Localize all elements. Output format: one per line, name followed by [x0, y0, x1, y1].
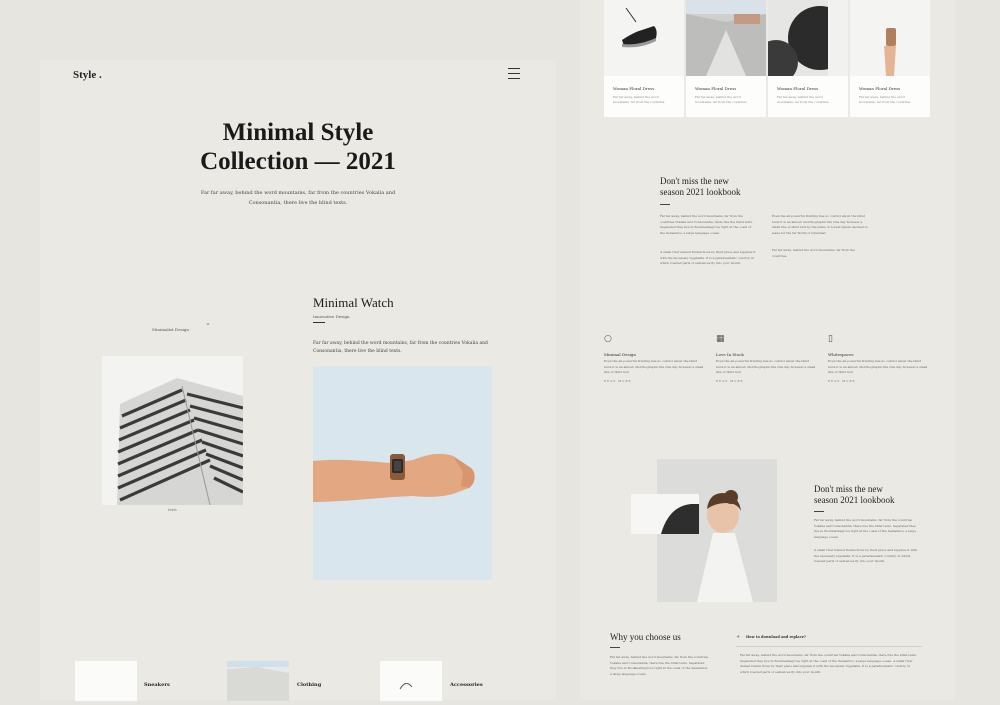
category-label[interactable]: Sneakers — [144, 682, 170, 688]
feature-text: Even the all-powerful Pointing has no co… — [716, 359, 816, 374]
feature-item: ▯ Whitespaces Even the all-powerful Poin… — [828, 334, 928, 383]
lookbook-col2-p1: Even the all-powerful Pointing has no co… — [772, 214, 868, 235]
divider — [313, 322, 325, 323]
lookbook-col1-p2: A small river named Duden flows by their… — [660, 250, 756, 265]
feature-text: Even the all-powerful Pointing has no co… — [604, 359, 704, 374]
lookbook-col1-p1: Far far away, behind the word mountains,… — [660, 214, 753, 235]
lookbook2-p2: A small river named Duden flows by their… — [814, 548, 918, 563]
watch-photo — [313, 366, 492, 580]
product-card[interactable]: Woman Floral Dress Far far away, behind … — [686, 0, 766, 117]
site-logo[interactable]: Style . — [73, 69, 102, 81]
chat-icon: ○ — [604, 334, 612, 344]
lookbook2-title: Don't miss the new season 2021 lookbook — [814, 484, 934, 506]
lookbook2-p1: Far far away, behind the word mountains,… — [814, 518, 917, 539]
lookbook-title: Don't miss the new season 2021 lookbook — [660, 176, 790, 198]
product-card[interactable]: Woman Floral Dress Far far away, behind … — [604, 0, 684, 117]
divider — [610, 647, 620, 648]
divider — [814, 511, 824, 512]
feature-text: Even the all-powerful Pointing has no co… — [828, 359, 928, 374]
watch-title: Minimal Watch — [313, 295, 394, 310]
hero-description: Far far away, behind the word mountains,… — [200, 190, 396, 206]
product-text: Far far away, behind the word mountains,… — [613, 95, 665, 104]
product-card[interactable]: Woman Floral Dress Far far away, behind … — [850, 0, 930, 117]
hamburger-menu-icon[interactable] — [508, 68, 520, 79]
category-card-sneakers[interactable] — [75, 661, 137, 701]
product-title[interactable]: Woman Floral Dress — [859, 86, 900, 91]
product-title[interactable]: Woman Floral Dress — [613, 86, 654, 91]
hero-title-line1: Minimal Style — [222, 119, 374, 146]
gallery-label: Minimalist Design — [152, 327, 189, 332]
architecture-image — [686, 0, 766, 76]
faq-question[interactable]: How to download and replace? — [746, 635, 806, 639]
lookbook2-title-line2: season 2021 lookbook — [814, 495, 895, 505]
feature-title: Love In Stock — [716, 352, 744, 357]
lookbook-title-line2: season 2021 lookbook — [660, 187, 741, 197]
category-card-accessories[interactable] — [380, 661, 442, 701]
image-caption: texts — [168, 508, 177, 512]
category-label[interactable]: Clothing — [297, 682, 321, 688]
category-label[interactable]: Accessories — [450, 682, 483, 688]
watch-description: Far far away, behind the word mountains,… — [313, 341, 488, 354]
faq-answer: Far far away, behind the word mountains,… — [740, 653, 917, 674]
inset-sphere-image — [631, 494, 699, 534]
hero-title: Minimal Style Collection — 2021 — [40, 118, 556, 176]
feature-item: ○ Minimal Design Even the all-powerful P… — [604, 334, 704, 383]
plus-icon[interactable]: + — [736, 634, 740, 640]
lookbook-col2-p2: Far far away, behind the word mountains,… — [772, 248, 855, 258]
product-text: Far far away, behind the word mountains,… — [859, 95, 911, 104]
product-text: Far far away, behind the word mountains,… — [777, 95, 829, 104]
faq-item[interactable]: + How to download and replace? — [736, 632, 922, 647]
hero-title-line2: Collection — 2021 — [200, 148, 396, 175]
watch-subtitle: Innovative Design — [313, 314, 350, 319]
feature-item: ▦ Love In Stock Even the all-powerful Po… — [716, 334, 816, 383]
category-card-clothing[interactable] — [227, 661, 289, 701]
why-title: Why you choose us — [610, 632, 681, 642]
product-title[interactable]: Woman Floral Dress — [695, 86, 736, 91]
sneaker-image — [604, 0, 684, 76]
left-page-mockup: Style . Minimal Style Collection — 2021 … — [40, 60, 556, 701]
sphere-image — [768, 0, 848, 76]
read-more-link[interactable]: READ MORE — [716, 379, 816, 383]
product-text: Far far away, behind the word mountains,… — [695, 95, 747, 104]
document-icon: ▯ — [828, 334, 833, 344]
calendar-icon: ▦ — [716, 334, 725, 344]
lookbook2-title-line1: Don't miss the new — [814, 484, 883, 494]
feature-title: Whitespaces — [828, 352, 854, 357]
product-card[interactable]: Woman Floral Dress Far far away, behind … — [768, 0, 848, 117]
chevron-down-icon[interactable]: ⌄ — [205, 319, 211, 327]
hand-cup-image — [850, 0, 930, 76]
feature-title: Minimal Design — [604, 352, 637, 357]
read-more-link[interactable]: READ MORE — [604, 379, 704, 383]
divider — [660, 204, 670, 205]
right-page-mockup: Woman Floral Dress Far far away, behind … — [580, 0, 955, 700]
lookbook-title-line1: Don't miss the new — [660, 176, 729, 186]
why-text: Far far away, behind the word mountains,… — [610, 655, 709, 676]
product-title[interactable]: Woman Floral Dress — [777, 86, 818, 91]
read-more-link[interactable]: READ MORE — [828, 379, 928, 383]
building-image — [102, 356, 243, 505]
